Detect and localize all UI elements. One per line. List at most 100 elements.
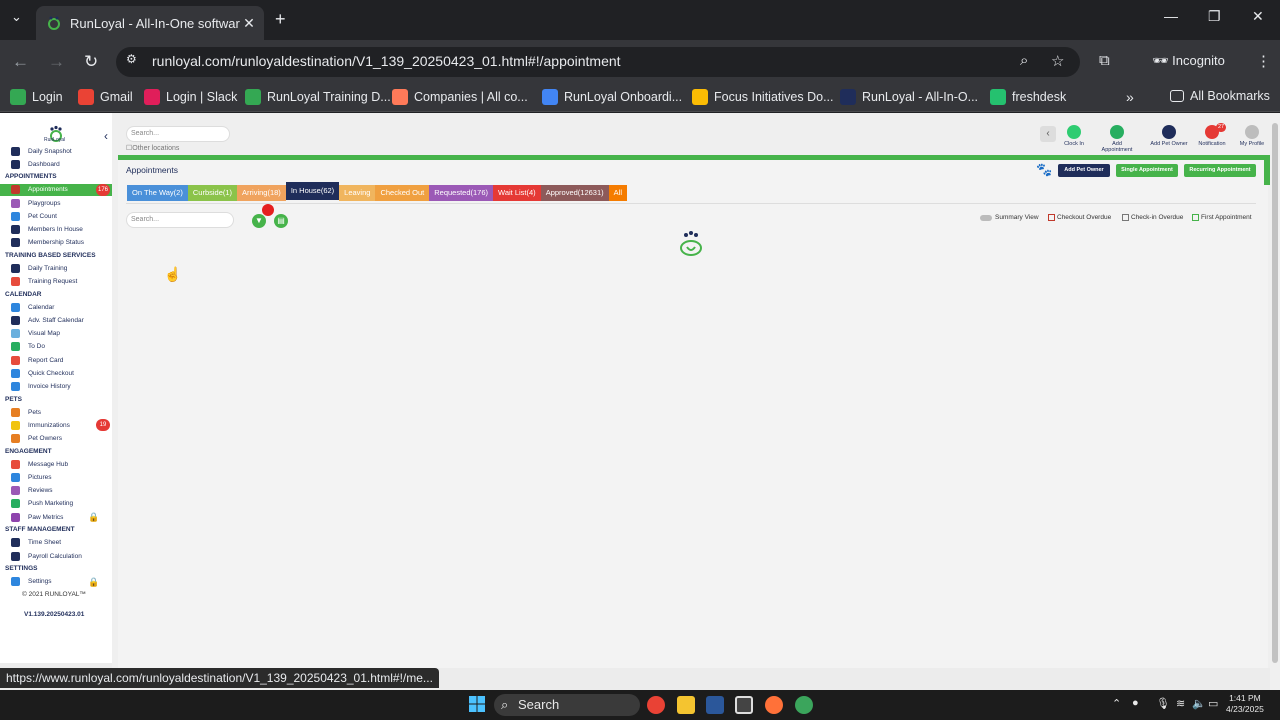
battery-icon[interactable]: ▭	[1208, 697, 1218, 710]
firefox-icon[interactable]	[765, 696, 783, 714]
add-pet-owner-button[interactable]: Add Pet Owner	[1058, 164, 1110, 177]
tab-close-icon[interactable]: ✕	[240, 15, 258, 32]
header-action[interactable]: Add Pet Owner	[1149, 125, 1189, 147]
globe-app-icon[interactable]	[795, 696, 813, 714]
status-tab[interactable]: Wait List(4)	[493, 185, 541, 201]
file-explorer-icon[interactable]	[677, 696, 695, 714]
status-tab[interactable]: All	[608, 185, 627, 201]
single-appointment-button[interactable]: Single Appointment	[1116, 164, 1178, 177]
bookmark-star-icon[interactable]: ☆	[1051, 52, 1064, 70]
loading-spinner-icon	[680, 231, 702, 256]
sidebar-item[interactable]: Daily Snapshot	[0, 145, 112, 157]
status-tab[interactable]: Approved(12631)	[540, 185, 609, 201]
sidebar-item[interactable]: Adv. Staff Calendar	[0, 315, 112, 327]
global-search-input[interactable]: Search...	[126, 126, 230, 142]
status-tab[interactable]: Leaving	[339, 185, 376, 201]
incognito-indicator[interactable]: 🕶 Incognito	[1152, 53, 1225, 69]
sidebar-item[interactable]: Membership Status	[0, 237, 112, 249]
taskbar-clock[interactable]: 1:41 PM 4/23/2025	[1226, 693, 1264, 715]
status-tab[interactable]: Curbside(1)	[187, 185, 238, 201]
tray-app-icon[interactable]: ●	[1132, 697, 1139, 709]
sidebar-item[interactable]: Members In House	[0, 224, 112, 236]
restore-button[interactable]: ❐	[1208, 8, 1221, 25]
microphone-icon[interactable]: 🎙	[1156, 697, 1170, 710]
sidebar-item[interactable]: Calendar	[0, 301, 112, 313]
sidebar-item[interactable]: Message Hub	[0, 458, 112, 470]
sidebar-item[interactable]: Push Marketing	[0, 498, 112, 510]
sidebar-item[interactable]: Time Sheet	[0, 537, 112, 549]
recurring-appointment-button[interactable]: Recurring Appointment	[1184, 164, 1256, 177]
bookmark-item[interactable]: Login	[10, 89, 63, 105]
bookmark-item[interactable]: Login | Slack	[144, 89, 237, 105]
bookmark-item[interactable]: RunLoyal Training D...	[245, 89, 391, 105]
sidebar-item[interactable]: Payroll Calculation	[0, 550, 112, 562]
sidebar-item[interactable]: Pets	[0, 406, 112, 418]
zoom-search-icon[interactable]: ⌕	[1020, 52, 1028, 69]
browser-tab-active[interactable]: RunLoyal - All-In-One software ✕	[36, 6, 264, 40]
url-text[interactable]: runloyal.com/runloyaldestination/V1_139_…	[152, 53, 621, 69]
chrome-menu-icon[interactable]: ⋮	[1256, 52, 1271, 70]
sidebar-item[interactable]: Playgroups	[0, 197, 112, 209]
wifi-icon[interactable]: ≋	[1176, 697, 1185, 710]
status-tab[interactable]: Checked Out	[375, 185, 430, 201]
close-window-button[interactable]: ✕	[1252, 8, 1264, 25]
header-action[interactable]: Notification 27	[1192, 123, 1232, 147]
snipping-tool-icon[interactable]	[735, 696, 753, 714]
header-action-label: Notification	[1198, 141, 1226, 147]
forward-button[interactable]: →	[48, 52, 65, 72]
appointment-search-input[interactable]: Search...	[126, 212, 234, 228]
sidebar-item[interactable]: Training Request	[0, 276, 112, 288]
export-icon[interactable]: ▤	[274, 214, 288, 228]
bookmark-item[interactable]: freshdesk	[990, 89, 1066, 105]
chrome-taskbar-icon[interactable]	[647, 696, 665, 714]
sidebar-collapse-icon[interactable]: ‹	[104, 129, 108, 143]
status-tab[interactable]: In House(62)	[285, 182, 340, 200]
back-button[interactable]: ←	[12, 52, 29, 72]
bookmarks-overflow-icon[interactable]: »	[1126, 89, 1134, 105]
summary-view-toggle[interactable]: Summary View	[980, 214, 1039, 221]
bookmark-item[interactable]: RunLoyal - All-In-O...	[840, 89, 978, 105]
header-action[interactable]: Clock In	[1054, 125, 1094, 147]
sidebar-item[interactable]: Dashboard	[0, 158, 112, 170]
reload-button[interactable]: ↻	[84, 52, 98, 72]
bookmark-item[interactable]: Gmail	[78, 89, 133, 105]
status-tab[interactable]: On The Way(2)	[127, 185, 188, 201]
bookmark-item[interactable]: Focus Initiatives Do...	[692, 89, 834, 105]
sidebar-item[interactable]: Pet Owners	[0, 433, 112, 445]
filter-icon[interactable]: ▼	[252, 214, 266, 228]
windows-start-icon[interactable]	[469, 696, 485, 712]
sidebar-item-label: Immunizations	[28, 421, 70, 429]
sidebar-item[interactable]: Reviews	[0, 485, 112, 497]
new-tab-button[interactable]: +	[275, 9, 286, 30]
sidebar-item[interactable]: Daily Training	[0, 262, 112, 274]
header-action[interactable]: My Profile	[1232, 125, 1272, 147]
taskbar-search[interactable]: ⌕ Search	[494, 694, 640, 716]
other-locations-checkbox[interactable]: ☐Other locations	[126, 144, 179, 152]
status-tab[interactable]: Requested(176)	[429, 185, 494, 201]
calculator-icon[interactable]	[706, 696, 724, 714]
all-bookmarks-button[interactable]: All Bookmarks	[1170, 89, 1270, 103]
minimize-button[interactable]: —	[1164, 8, 1178, 24]
page-scrollbar[interactable]	[1270, 113, 1280, 690]
tab-search-icon[interactable]: ⌄	[11, 9, 22, 25]
scrollbar-thumb[interactable]	[1272, 123, 1278, 663]
sidebar-item[interactable]: Pictures	[0, 472, 112, 484]
summary-view-label: Summary View	[995, 214, 1039, 221]
status-tab[interactable]: Arriving(18)	[237, 185, 286, 201]
bookmark-item[interactable]: Companies | All co...	[392, 89, 528, 105]
volume-icon[interactable]: 🔈	[1192, 697, 1206, 710]
site-info-icon[interactable]: ⚙	[126, 52, 137, 66]
sidebar-item[interactable]: Visual Map	[0, 328, 112, 340]
other-locations-label: Other locations	[132, 145, 180, 152]
sidebar-item[interactable]: Report Card	[0, 354, 112, 366]
tray-overflow-icon[interactable]: ⌃	[1112, 697, 1121, 710]
extensions-icon[interactable]: ⧉	[1099, 52, 1110, 69]
sidebar-item[interactable]: Quick Checkout	[0, 367, 112, 379]
header-action-label: My Profile	[1239, 141, 1265, 147]
sidebar-item[interactable]: Invoice History	[0, 381, 112, 393]
sidebar-item[interactable]: To Do	[0, 341, 112, 353]
bookmark-item[interactable]: RunLoyal Onboardi...	[542, 89, 682, 105]
sidebar-item[interactable]: Pet Count	[0, 210, 112, 222]
bookmark-favicon-icon	[144, 89, 160, 105]
header-action[interactable]: Add Appointment	[1097, 125, 1137, 153]
